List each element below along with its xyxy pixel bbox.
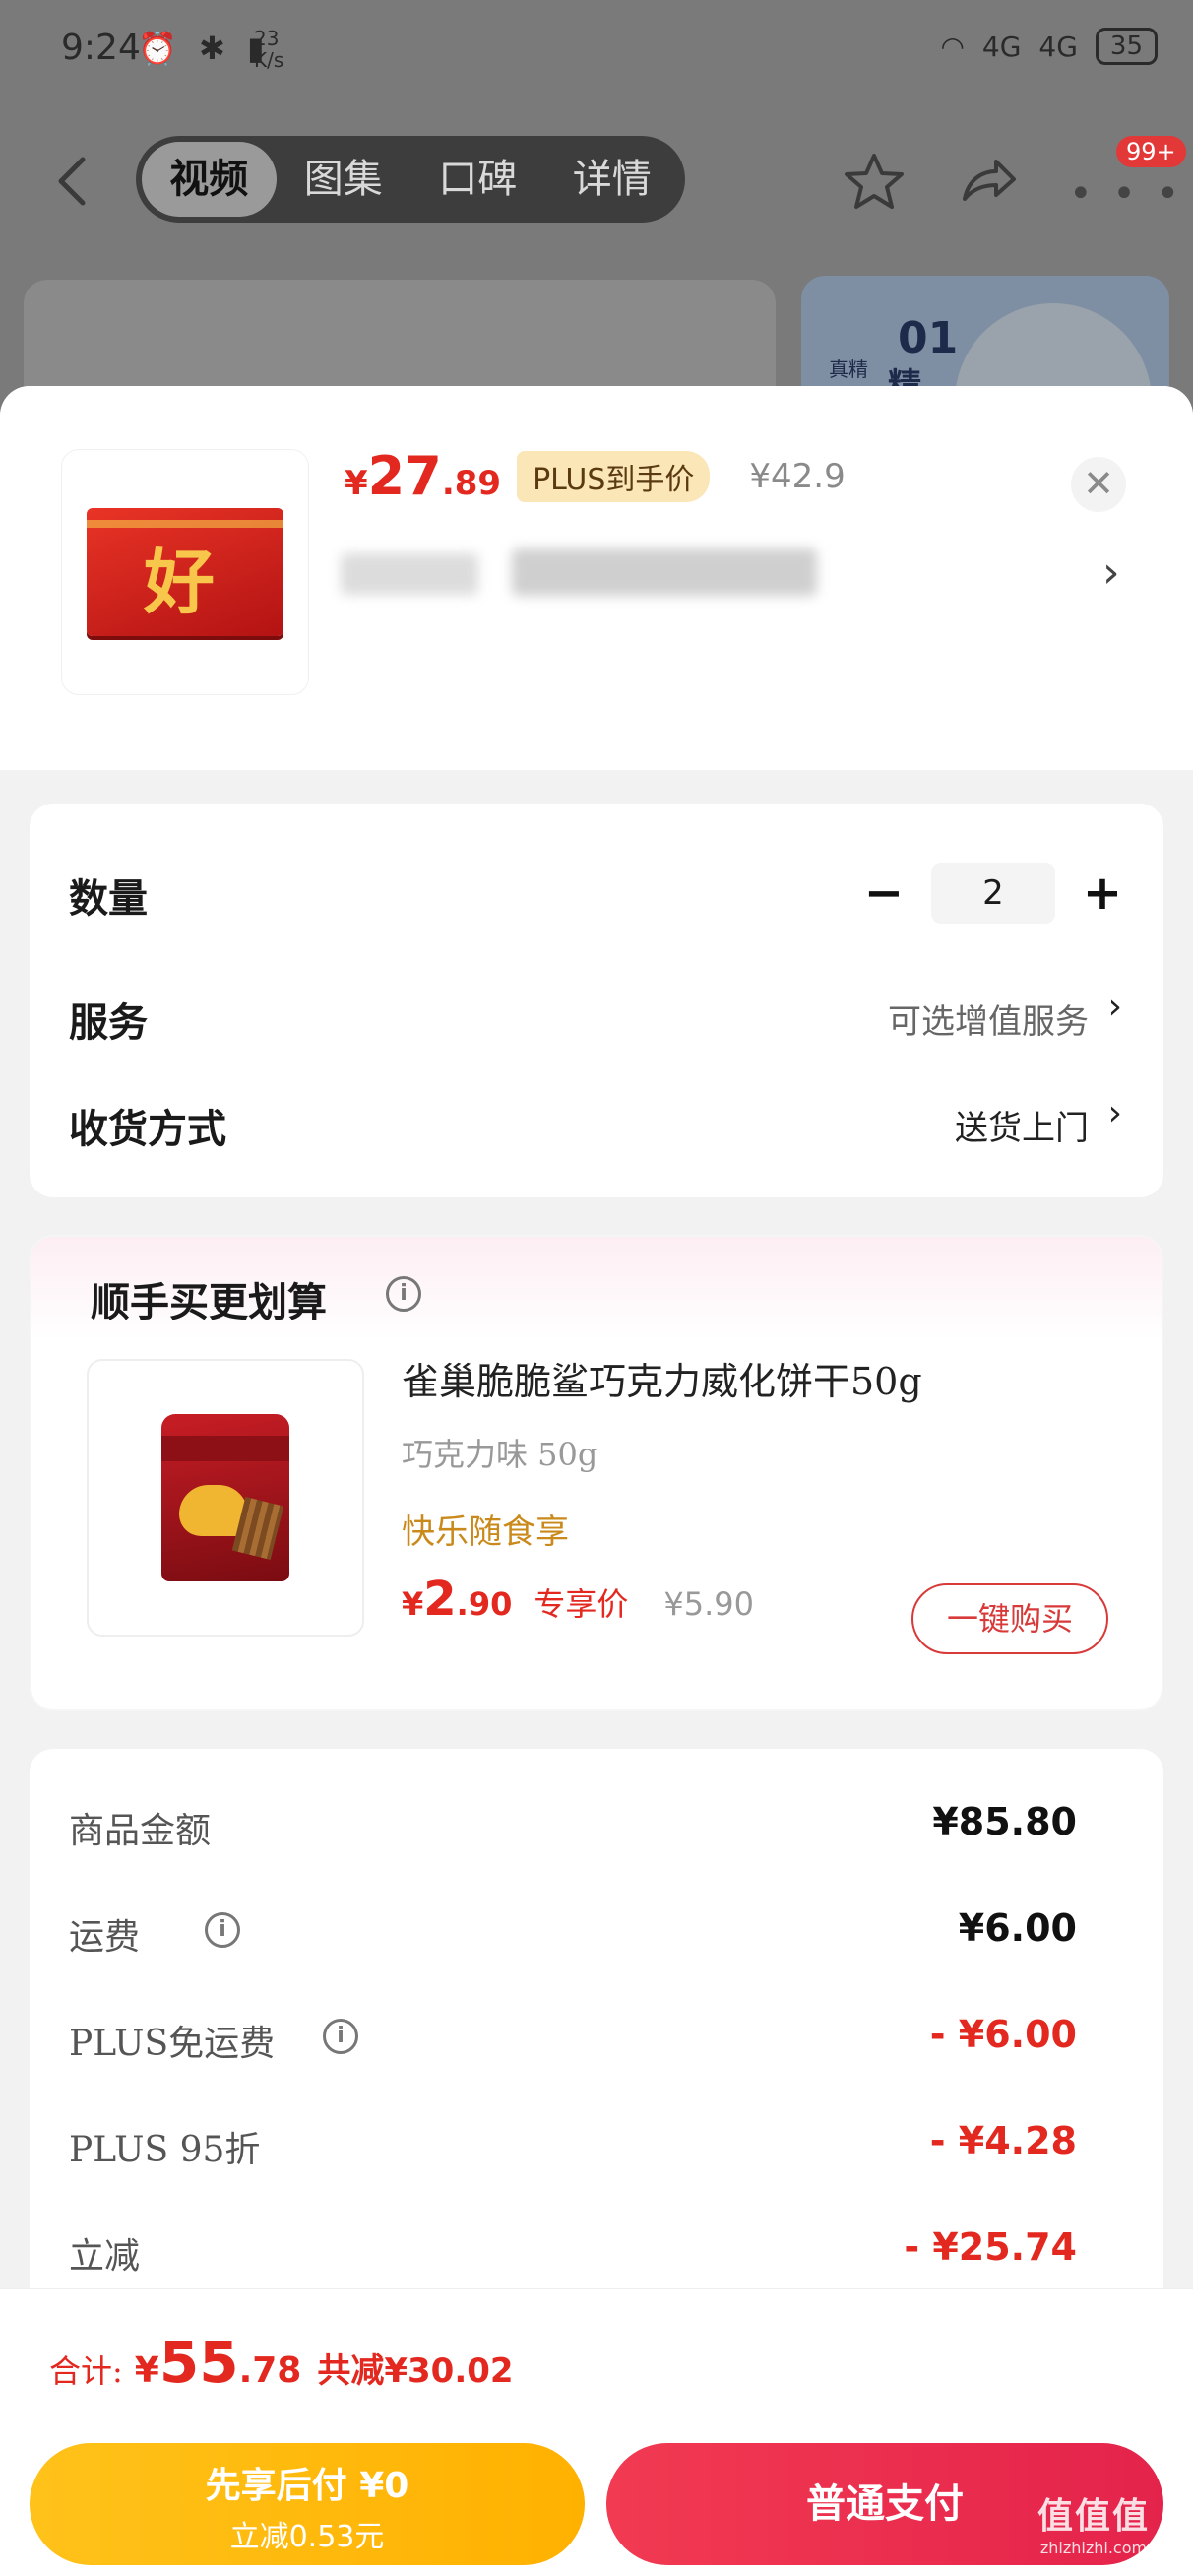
network-speed: 23 K/s	[254, 27, 284, 72]
media-tabs: 视频 图集 口碑 详情	[136, 136, 685, 223]
status-right-icons: ◠ 4G 4G 35	[940, 28, 1158, 65]
tab-video[interactable]: 视频	[142, 142, 277, 217]
addon-slogan: 快乐随食享	[402, 1513, 569, 1552]
summary-value-goods: ¥85.80	[932, 1800, 1077, 1843]
service-label: 服务	[69, 999, 148, 1046]
summary-label-shipping: 运费	[69, 1917, 141, 1958]
snack-bag-image	[161, 1414, 289, 1581]
quantity-input[interactable]: 2	[931, 863, 1055, 924]
blurred-spec-2[interactable]	[512, 548, 817, 596]
minus-button[interactable]: −	[862, 866, 906, 921]
summary-label-instant-off: 立减	[69, 2236, 141, 2277]
product-price-row: ¥ 27 .89 PLUS到手价 ¥42.9	[345, 445, 846, 507]
delivery-value[interactable]: 送货上门	[955, 1101, 1089, 1149]
total-row: 合计: ¥ 55 .78 共减¥30.02	[49, 2329, 514, 2396]
summary-label-plus-freeship: PLUS免运费	[69, 2024, 276, 2064]
total-label: 合计:	[49, 2352, 123, 2390]
product-top-nav: 视频 图集 口碑 详情 • • • 99+	[0, 136, 1193, 225]
total-saved: 共减¥30.02	[317, 2351, 514, 2391]
currency-symbol: ¥	[134, 2351, 159, 2391]
delivery-label: 收货方式	[69, 1106, 226, 1152]
chevron-right-icon[interactable]: ›	[1108, 987, 1122, 1027]
currency-symbol: ¥	[402, 1585, 424, 1623]
message-badge: 99+	[1116, 136, 1186, 167]
addon-card: 顺手买更划算 i 雀巢脆脆鲨巧克力威化饼干50g 巧克力味 50g 快乐随食享 …	[30, 1235, 1163, 1711]
pay-later-title: 先享后付 ¥0	[205, 2466, 409, 2506]
info-icon[interactable]: i	[386, 1276, 421, 1312]
battery-icon: 35	[1095, 28, 1158, 65]
gift-box-image: 好	[87, 508, 283, 636]
summary-value-plus-freeship: - ¥6.00	[929, 2013, 1077, 2056]
summary-label-plus-discount: PLUS 95折	[69, 2130, 261, 2170]
addon-thumbnail[interactable]	[87, 1359, 364, 1637]
summary-value-instant-off: - ¥25.74	[904, 2225, 1077, 2269]
site-watermark: 值值值 zhizhizhi.com	[1037, 2496, 1151, 2557]
blurred-spec-1[interactable]	[341, 553, 478, 595]
addon-price-row: ¥ 2 .90 专享价 ¥5.90	[402, 1572, 754, 1627]
wifi-icon: ◠	[940, 30, 965, 63]
purchase-sheet: 好 ¥ 27 .89 PLUS到手价 ¥42.9 ✕ › 数量 − 2 + 服务…	[0, 386, 1193, 2576]
pay-later-subtitle: 立减0.53元	[229, 2520, 385, 2554]
info-icon[interactable]: i	[323, 2019, 358, 2054]
tab-gallery[interactable]: 图集	[277, 142, 411, 217]
star-icon[interactable]	[843, 150, 906, 213]
rank-small-label: 真精	[829, 357, 868, 381]
summary-label-goods: 商品金额	[69, 1811, 212, 1851]
pay-later-button[interactable]: 先享后付 ¥0 立减0.53元	[30, 2443, 585, 2565]
quantity-label: 数量	[69, 875, 148, 922]
info-icon[interactable]: i	[205, 1912, 240, 1948]
rank-number: 01	[898, 313, 959, 363]
more-icon[interactable]: • • •	[1069, 171, 1183, 217]
one-click-buy-button[interactable]: 一键购买	[911, 1583, 1108, 1654]
share-icon[interactable]	[957, 150, 1020, 213]
tab-reviews[interactable]: 口碑	[410, 142, 545, 217]
order-options-card: 数量 − 2 + 服务 可选增值服务 › 收货方式 送货上门 ›	[30, 804, 1163, 1197]
addon-price-integer: 2	[423, 1572, 457, 1627]
status-notification-icons: ⏰ ✱ ▮	[138, 30, 271, 67]
summary-value-shipping: ¥6.00	[958, 1906, 1077, 1950]
product-thumbnail[interactable]: 好	[61, 449, 309, 695]
chevron-right-icon[interactable]: ›	[1108, 1093, 1122, 1133]
status-time: 9:24	[61, 28, 141, 68]
addon-spec: 巧克力味 50g	[402, 1436, 598, 1473]
plus-button[interactable]: +	[1081, 866, 1124, 921]
summary-value-plus-discount: - ¥4.28	[929, 2119, 1077, 2162]
price-integer: 27	[367, 445, 442, 507]
close-icon[interactable]: ✕	[1071, 457, 1126, 512]
plus-price-tag: PLUS到手价	[517, 450, 711, 502]
signal-2: 4G	[1038, 30, 1078, 63]
tab-details[interactable]: 详情	[545, 142, 680, 217]
signal-1: 4G	[981, 30, 1022, 63]
status-bar: 9:24 ⏰ ✱ ▮ 23 K/s ◠ 4G 4G 35	[0, 0, 1193, 98]
currency-symbol: ¥	[345, 464, 368, 503]
price-decimal: .89	[441, 464, 502, 503]
addon-name[interactable]: 雀巢脆脆鲨巧克力威化饼干50g	[402, 1351, 922, 1405]
chevron-right-icon[interactable]: ›	[1102, 547, 1120, 598]
total-integer: 55	[158, 2329, 239, 2396]
addon-price-decimal: .90	[456, 1585, 513, 1623]
service-value[interactable]: 可选增值服务	[888, 995, 1089, 1043]
sheet-header: 好 ¥ 27 .89 PLUS到手价 ¥42.9 ✕ ›	[0, 386, 1193, 770]
original-price: ¥42.9	[749, 456, 846, 496]
checkout-bar: 合计: ¥ 55 .78 共减¥30.02 先享后付 ¥0 立减0.53元 普通…	[0, 2288, 1193, 2576]
quantity-stepper: − 2 +	[862, 863, 1124, 924]
total-decimal: .78	[238, 2351, 302, 2391]
back-arrow-icon[interactable]	[53, 154, 93, 209]
exclusive-price-label: 专享价	[534, 1585, 629, 1623]
addon-original-price: ¥5.90	[663, 1585, 754, 1623]
addon-title: 顺手买更划算	[91, 1280, 327, 1325]
